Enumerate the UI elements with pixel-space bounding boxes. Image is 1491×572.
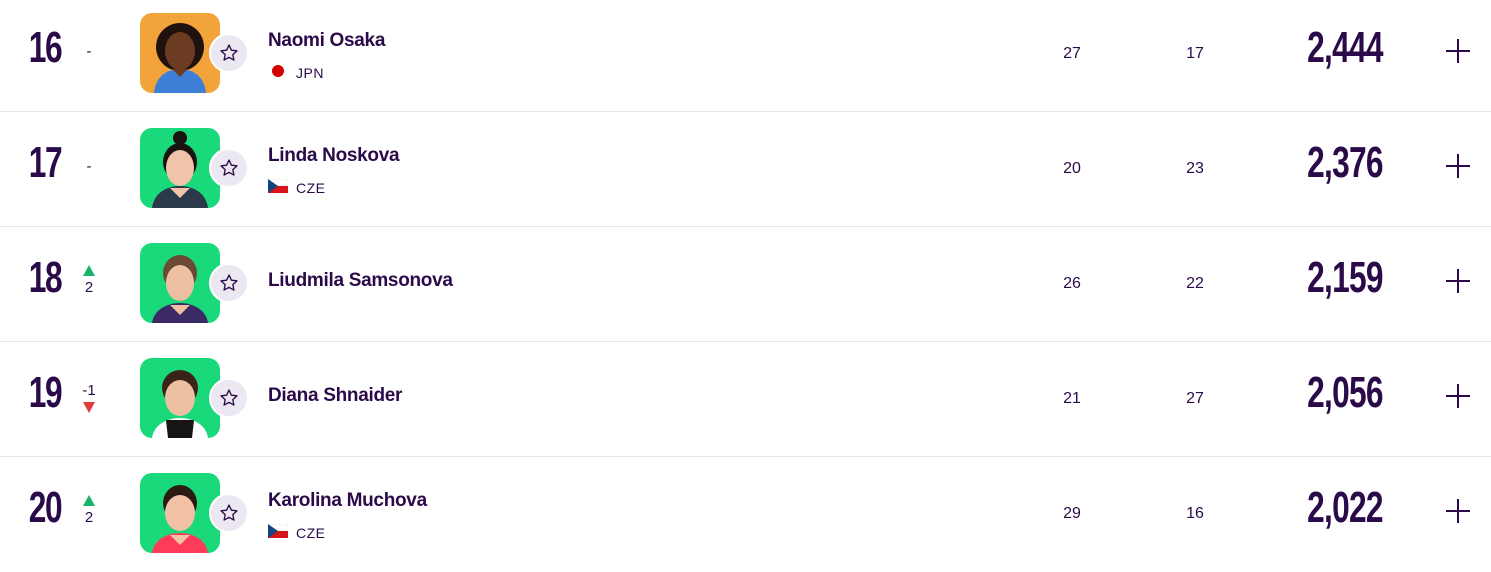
player-photo[interactable] — [140, 13, 220, 93]
plus-icon[interactable] — [1446, 39, 1470, 63]
country-code: CZE — [296, 524, 326, 541]
star-outline-icon — [220, 274, 238, 291]
player-name[interactable]: Diana Shnaider — [268, 385, 402, 407]
ranking-points: 2,022 — [1307, 483, 1383, 532]
rank-movement: 2 — [72, 265, 106, 296]
stat-tournaments: 21 — [1063, 390, 1081, 407]
rank-movement: - — [72, 158, 106, 175]
czech-flag-icon — [267, 523, 289, 541]
star-outline-icon — [220, 159, 238, 176]
ranking-row[interactable]: 20 2 Karolina Muchova CZE 29 16 2,022 — [0, 457, 1491, 572]
czech-flag-icon — [267, 178, 289, 196]
player-name[interactable]: Liudmila Samsonova — [268, 270, 453, 292]
rank-number: 16 — [28, 23, 63, 72]
arrow-up-icon — [83, 495, 95, 506]
player-avatar-illustration — [152, 131, 208, 208]
player-photo[interactable] — [140, 358, 220, 438]
star-outline-icon — [220, 504, 238, 521]
star-outline-icon — [220, 44, 238, 61]
stat-secondary: 27 — [1186, 390, 1204, 407]
player-country: CZE — [267, 178, 326, 196]
favorite-button[interactable] — [209, 263, 249, 303]
ranking-points: 2,159 — [1307, 253, 1383, 302]
stat-secondary: 23 — [1186, 160, 1204, 177]
movement-value: 2 — [84, 509, 94, 526]
player-name[interactable]: Linda Noskova — [268, 145, 400, 167]
player-country: JPN — [268, 64, 324, 81]
player-country: CZE — [267, 523, 326, 541]
plus-icon[interactable] — [1446, 384, 1470, 408]
ranking-points: 2,056 — [1307, 368, 1383, 417]
movement-value: - — [86, 158, 92, 175]
stat-tournaments: 27 — [1063, 45, 1081, 62]
plus-icon[interactable] — [1446, 154, 1470, 178]
player-name[interactable]: Naomi Osaka — [268, 30, 385, 52]
player-photo[interactable] — [140, 128, 220, 208]
player-avatar-illustration — [152, 255, 208, 323]
rank-movement: -1 — [72, 382, 106, 413]
ranking-points: 2,376 — [1307, 138, 1383, 187]
player-avatar-illustration — [152, 485, 208, 553]
movement-value: - — [86, 43, 92, 60]
rank-number: 18 — [28, 253, 63, 302]
favorite-button[interactable] — [209, 493, 249, 533]
arrow-down-icon — [83, 402, 95, 413]
favorite-button[interactable] — [209, 33, 249, 73]
rank-movement: 2 — [72, 495, 106, 526]
ranking-row[interactable]: 19 -1 Diana Shnaider 21 27 2,056 — [0, 342, 1491, 457]
favorite-button[interactable] — [209, 378, 249, 418]
stat-tournaments: 26 — [1063, 275, 1081, 292]
ranking-row[interactable]: 16 - Naomi Osaka JPN 27 17 2,444 — [0, 0, 1491, 112]
rank-number: 19 — [28, 368, 63, 417]
country-code: JPN — [296, 64, 324, 81]
rank-number: 20 — [28, 483, 63, 532]
player-avatar-illustration — [154, 23, 206, 93]
country-code: CZE — [296, 179, 326, 196]
player-name[interactable]: Karolina Muchova — [268, 490, 427, 512]
movement-value: -1 — [82, 382, 96, 399]
japan-flag-icon — [268, 64, 288, 81]
movement-value: 2 — [84, 279, 94, 296]
player-avatar-illustration — [152, 370, 208, 438]
plus-icon[interactable] — [1446, 269, 1470, 293]
stat-tournaments: 20 — [1063, 160, 1081, 177]
plus-icon[interactable] — [1446, 499, 1470, 523]
stat-secondary: 22 — [1186, 275, 1204, 292]
stat-secondary: 17 — [1186, 45, 1204, 62]
favorite-button[interactable] — [209, 148, 249, 188]
player-photo[interactable] — [140, 243, 220, 323]
stat-tournaments: 29 — [1063, 505, 1081, 522]
stat-secondary: 16 — [1186, 505, 1204, 522]
ranking-row[interactable]: 17 - Linda Noskova CZE 20 23 2,376 — [0, 112, 1491, 227]
arrow-up-icon — [83, 265, 95, 276]
ranking-row[interactable]: 18 2 Liudmila Samsonova 26 22 2,159 — [0, 227, 1491, 342]
ranking-points: 2,444 — [1307, 23, 1383, 72]
player-photo[interactable] — [140, 473, 220, 553]
star-outline-icon — [220, 389, 238, 406]
rank-number: 17 — [28, 138, 63, 187]
rank-movement: - — [72, 43, 106, 60]
